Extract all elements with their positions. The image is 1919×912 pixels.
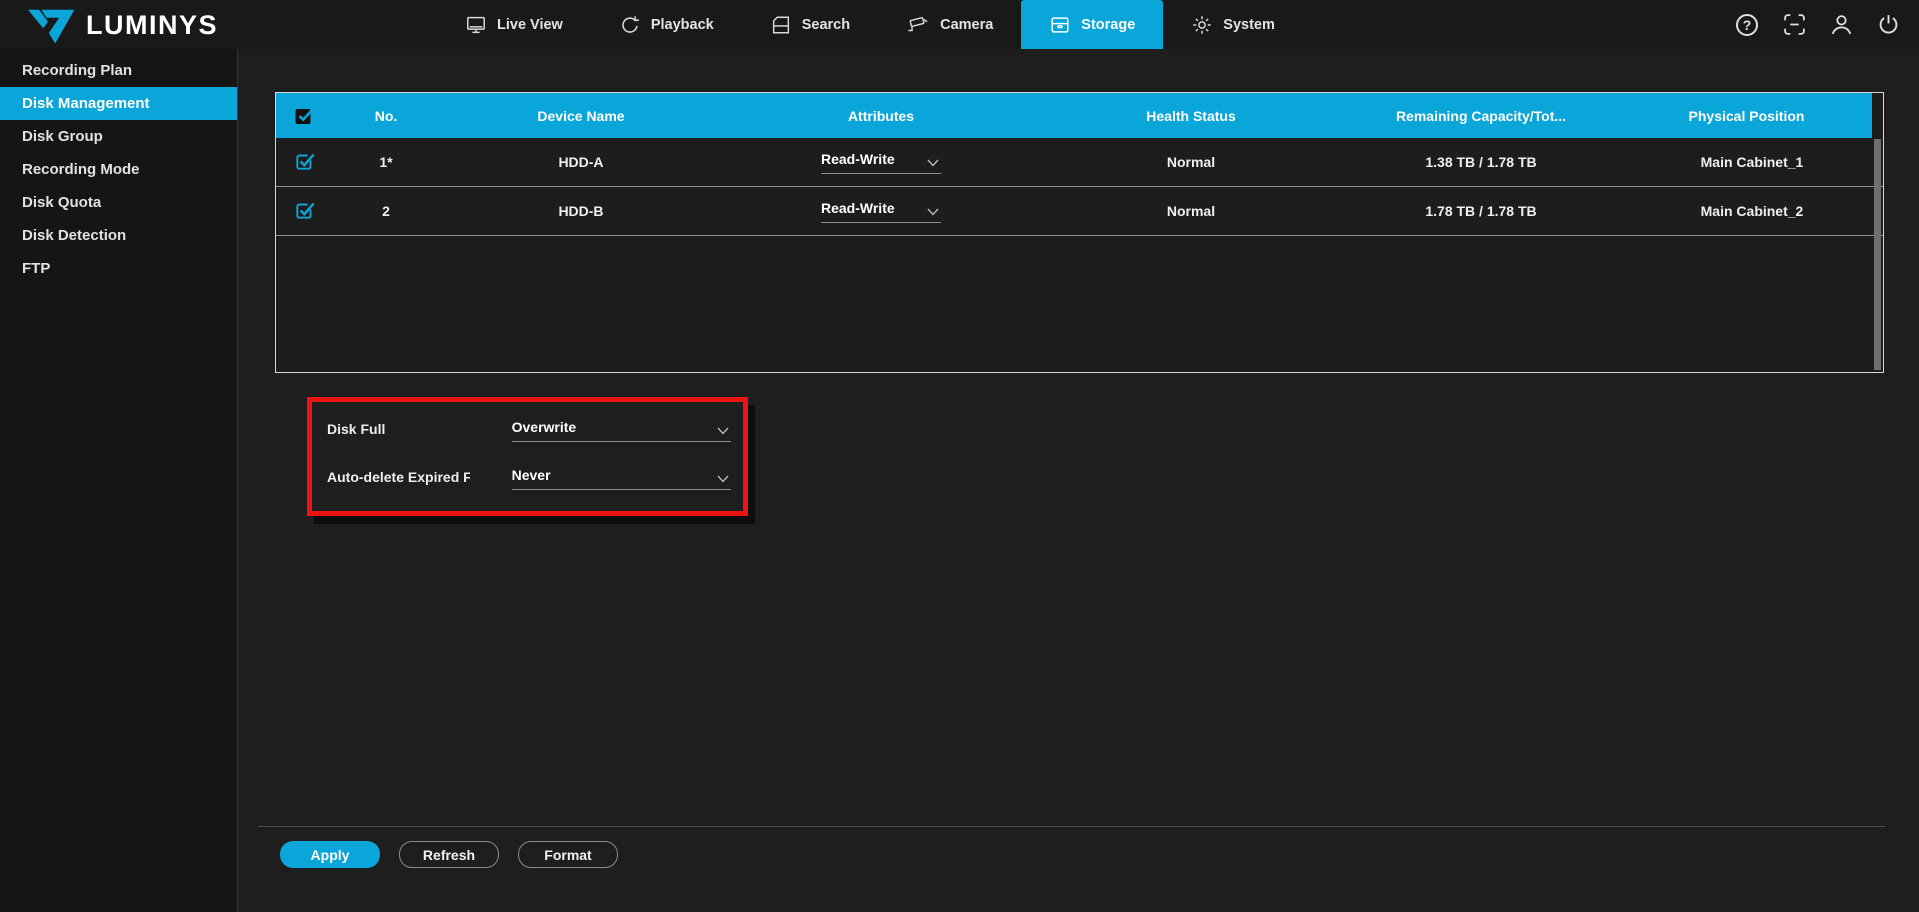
column-header-device-name: Device Name (441, 108, 721, 124)
cell-capacity: 1.78 TB / 1.78 TB (1341, 203, 1621, 219)
actions-divider (258, 826, 1885, 827)
apply-button[interactable]: Apply (280, 841, 380, 868)
main-navigation: Live View Playback Search (437, 0, 1303, 49)
cell-physical-position: Main Cabinet_2 (1621, 203, 1883, 219)
cell-device-name: HDD-B (441, 203, 721, 219)
chevron-down-icon (927, 208, 939, 216)
disk-settings-highlight-box: Disk Full Overwrite Auto-delete Expired … (307, 397, 748, 516)
cell-physical-position: Main Cabinet_1 (1621, 154, 1883, 170)
attributes-value: Read-Write (821, 151, 895, 167)
row-checkbox[interactable] (276, 151, 331, 173)
nav-search[interactable]: Search (742, 0, 878, 49)
sidebar-item-disk-quota[interactable]: Disk Quota (0, 186, 237, 219)
cell-health-status: Normal (1041, 203, 1341, 219)
disk-full-setting: Disk Full Overwrite (327, 419, 731, 442)
nav-label: Search (802, 17, 850, 33)
select-all-checkbox[interactable] (276, 105, 331, 127)
table-row[interactable]: 1* HDD-A Read-Write Normal 1.38 TB / 1.7… (276, 138, 1883, 187)
scan-icon[interactable] (1781, 12, 1807, 38)
disk-full-value: Overwrite (512, 419, 577, 435)
nav-system[interactable]: System (1163, 0, 1303, 49)
cell-health-status: Normal (1041, 154, 1341, 170)
nav-live-view[interactable]: Live View (437, 0, 591, 49)
disk-table: No. Device Name Attributes Health Status… (275, 92, 1884, 373)
cell-no: 1* (331, 154, 441, 170)
row-checkbox[interactable] (276, 200, 331, 222)
sidebar-item-recording-plan[interactable]: Recording Plan (0, 54, 237, 87)
auto-delete-value: Never (512, 467, 551, 483)
sidebar-item-recording-mode[interactable]: Recording Mode (0, 153, 237, 186)
format-button[interactable]: Format (518, 841, 618, 868)
checkbox-checked-icon (293, 105, 315, 127)
nav-label: Camera (940, 17, 993, 33)
storage-disk-management-page: LUMINYS Live View Playback Searc (0, 0, 1919, 912)
power-icon[interactable] (1875, 12, 1901, 38)
chevron-down-icon (927, 159, 939, 167)
sidebar-item-disk-detection[interactable]: Disk Detection (0, 219, 237, 252)
chevron-down-icon (717, 475, 729, 483)
top-bar: LUMINYS Live View Playback Searc (0, 0, 1919, 49)
column-header-no: No. (331, 108, 441, 124)
user-icon[interactable] (1828, 12, 1854, 38)
nav-camera[interactable]: Camera (878, 0, 1021, 49)
nav-label: Live View (497, 17, 563, 33)
help-icon[interactable]: ? (1734, 12, 1760, 38)
luminys-v-logo-icon (28, 6, 76, 44)
nav-label: Playback (651, 17, 714, 33)
checkbox-checked-icon (293, 200, 315, 222)
sidebar: Recording Plan Disk Management Disk Grou… (0, 49, 238, 912)
column-header-physical-position: Physical Position (1621, 108, 1872, 124)
storage-box-icon (1049, 14, 1071, 36)
sidebar-item-disk-group[interactable]: Disk Group (0, 120, 237, 153)
column-header-attributes: Attributes (721, 108, 1041, 124)
nav-label: System (1223, 17, 1275, 33)
monitor-icon (465, 14, 487, 36)
action-buttons: Apply Refresh Format (280, 841, 618, 868)
brand-name: LUMINYS (86, 10, 218, 41)
attributes-dropdown[interactable]: Read-Write (821, 200, 941, 223)
attributes-dropdown[interactable]: Read-Write (821, 151, 941, 174)
nav-label: Storage (1081, 17, 1135, 33)
disk-full-label: Disk Full (327, 419, 470, 437)
column-header-capacity: Remaining Capacity/Tot... (1341, 108, 1621, 124)
cell-device-name: HDD-A (441, 154, 721, 170)
cell-no: 2 (331, 203, 441, 219)
disk-full-dropdown[interactable]: Overwrite (512, 419, 731, 442)
replay-arrow-icon (619, 14, 641, 36)
auto-delete-dropdown[interactable]: Never (512, 467, 731, 490)
utility-icons: ? (1734, 0, 1901, 49)
checkbox-checked-icon (293, 151, 315, 173)
table-header-row: No. Device Name Attributes Health Status… (276, 93, 1872, 138)
attributes-value: Read-Write (821, 200, 895, 216)
sidebar-item-ftp[interactable]: FTP (0, 252, 237, 285)
gear-icon (1191, 14, 1213, 36)
chevron-down-icon (717, 427, 729, 435)
brand-logo: LUMINYS (28, 4, 218, 46)
table-scrollbar[interactable] (1874, 139, 1881, 370)
nav-playback[interactable]: Playback (591, 0, 742, 49)
auto-delete-setting: Auto-delete Expired Fil... Never (327, 467, 731, 490)
document-icon (770, 14, 792, 36)
table-row[interactable]: 2 HDD-B Read-Write Normal 1.78 TB / 1.78… (276, 187, 1883, 236)
sidebar-item-disk-management[interactable]: Disk Management (0, 87, 237, 120)
refresh-button[interactable]: Refresh (399, 841, 499, 868)
column-header-health-status: Health Status (1041, 108, 1341, 124)
auto-delete-label: Auto-delete Expired Fil... (327, 467, 470, 485)
nav-storage[interactable]: Storage (1021, 0, 1163, 49)
cell-capacity: 1.38 TB / 1.78 TB (1341, 154, 1621, 170)
cctv-camera-icon (906, 14, 930, 36)
